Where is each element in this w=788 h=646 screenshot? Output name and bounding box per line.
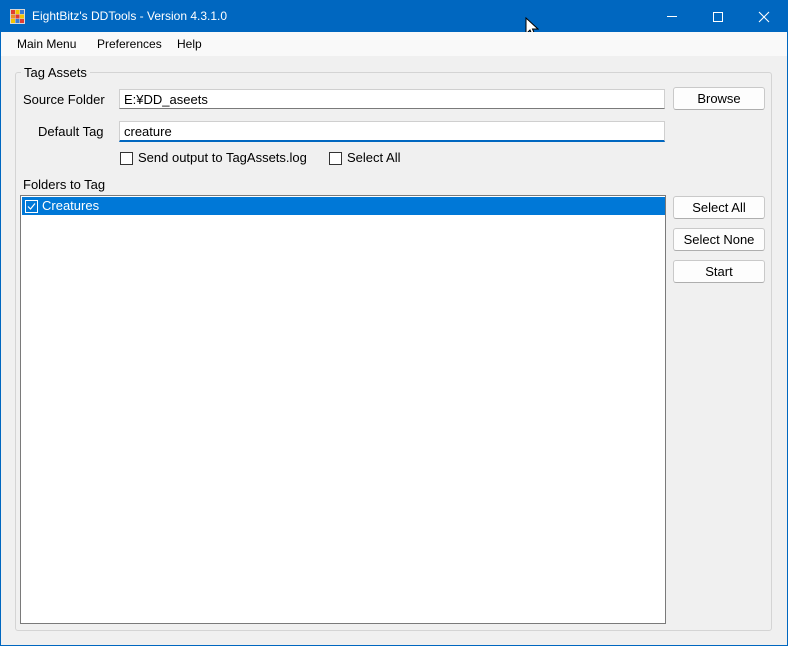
list-item[interactable]: Creatures <box>22 197 665 215</box>
close-icon <box>758 11 770 23</box>
select-none-button[interactable]: Select None <box>673 228 765 251</box>
title-bar[interactable]: EightBitz's DDTools - Version 4.3.1.0 <box>1 1 787 38</box>
close-button[interactable] <box>741 1 787 32</box>
send-output-label[interactable]: Send output to TagAssets.log <box>138 150 307 165</box>
select-all-checkbox-label[interactable]: Select All <box>347 150 400 165</box>
source-folder-input[interactable]: E:¥DD_aseets <box>119 89 665 109</box>
folders-to-tag-label: Folders to Tag <box>23 177 106 192</box>
send-output-checkbox[interactable] <box>120 152 133 165</box>
menu-help[interactable]: Help <box>177 37 202 51</box>
menu-preferences[interactable]: Preferences <box>97 37 162 51</box>
maximize-icon <box>713 12 723 22</box>
minimize-icon <box>667 16 677 17</box>
app-icon <box>10 9 25 24</box>
app-window: EightBitz's DDTools - Version 4.3.1.0 Ma… <box>0 0 788 646</box>
start-button[interactable]: Start <box>673 260 765 283</box>
list-item-checkbox[interactable] <box>25 200 38 213</box>
menu-bar: Main Menu Preferences Help <box>1 32 787 56</box>
tag-assets-group-label: Tag Assets <box>21 65 90 80</box>
select-all-checkbox[interactable] <box>329 152 342 165</box>
maximize-button[interactable] <box>695 1 741 32</box>
folders-list[interactable]: Creatures <box>20 195 666 624</box>
checkmark-icon <box>27 203 36 210</box>
source-folder-label: Source Folder <box>23 92 105 107</box>
browse-button[interactable]: Browse <box>673 87 765 110</box>
default-tag-input[interactable]: creature <box>119 121 665 142</box>
default-tag-label: Default Tag <box>38 124 104 139</box>
window-title: EightBitz's DDTools - Version 4.3.1.0 <box>32 9 228 23</box>
select-all-button[interactable]: Select All <box>673 196 765 219</box>
menu-main[interactable]: Main Menu <box>17 37 76 51</box>
minimize-button[interactable] <box>649 1 695 32</box>
list-item-label: Creatures <box>42 198 100 213</box>
